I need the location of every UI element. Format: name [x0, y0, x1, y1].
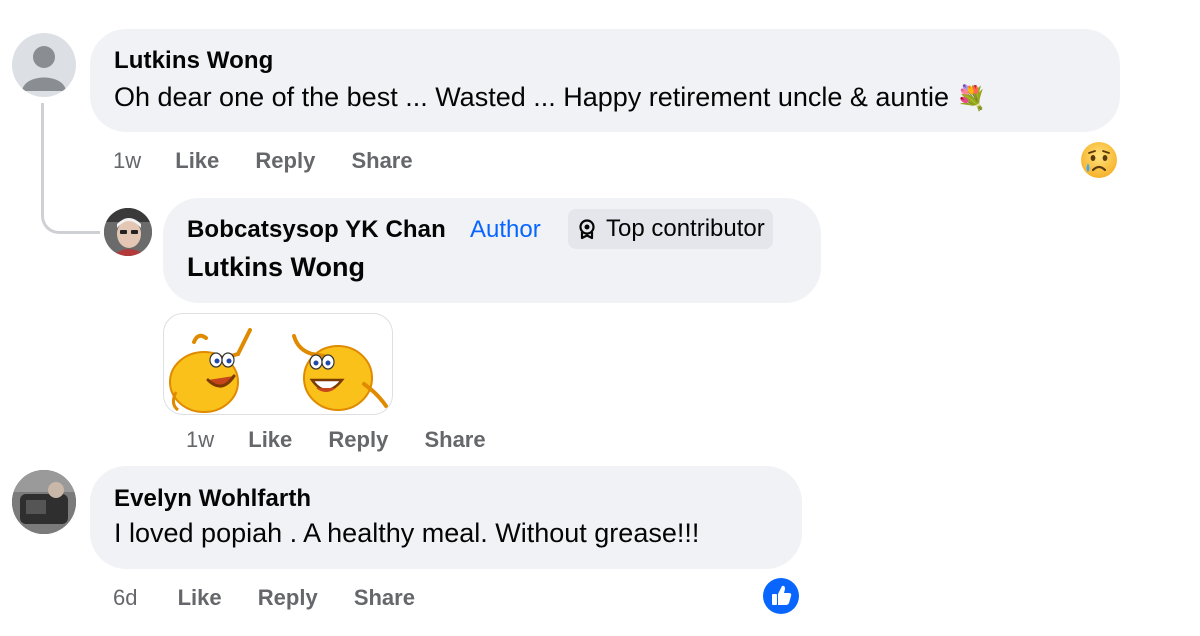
- reply-button[interactable]: Reply: [255, 148, 315, 173]
- profile-photo: [12, 470, 76, 534]
- comment-bubble: [90, 29, 1120, 132]
- comment-timestamp[interactable]: 6d: [113, 585, 137, 610]
- default-user-icon: [22, 46, 66, 91]
- share-button[interactable]: Share: [354, 585, 415, 610]
- avatar[interactable]: [104, 208, 152, 256]
- reply-author-name[interactable]: Bobcatsysop YK Chan: [187, 216, 446, 244]
- avatar[interactable]: [12, 33, 76, 97]
- two-dancing-smiley-faces-sticker[interactable]: [163, 313, 393, 415]
- comment-body: Oh dear one of the best ... Wasted ... H…: [114, 82, 949, 112]
- like-button[interactable]: Like: [175, 148, 219, 173]
- like-reaction-icon[interactable]: [762, 577, 800, 615]
- mentioned-user-link[interactable]: Lutkins Wong: [187, 252, 365, 283]
- reply-button[interactable]: Reply: [328, 427, 388, 452]
- left-smiley-face: [169, 328, 252, 413]
- profile-photo: [104, 208, 152, 256]
- share-button[interactable]: Share: [424, 427, 485, 452]
- right-smiley-face: [292, 334, 388, 411]
- like-button[interactable]: Like: [178, 585, 222, 610]
- reply-timestamp[interactable]: 1w: [186, 427, 214, 452]
- comment-author-name[interactable]: Lutkins Wong: [114, 47, 273, 75]
- avatar[interactable]: [12, 470, 76, 534]
- comment-text: I loved popiah . A healthy meal. Without…: [114, 518, 700, 548]
- comment-actions: 1w Like Reply Share: [113, 148, 413, 174]
- comment-actions: 6d Like Reply Share: [113, 585, 415, 611]
- author-badge: Author: [470, 216, 541, 243]
- like-button[interactable]: Like: [248, 427, 292, 452]
- bouquet-emoji: 💐: [956, 85, 987, 112]
- comment-author-name[interactable]: Evelyn Wohlfarth: [114, 485, 311, 513]
- comment-text: Oh dear one of the best ... Wasted ... H…: [114, 82, 986, 113]
- comment-timestamp[interactable]: 1w: [113, 148, 141, 173]
- sad-tear-reaction-icon[interactable]: [1080, 141, 1118, 179]
- reply-button[interactable]: Reply: [258, 585, 318, 610]
- top-contributor-badge-icon: [579, 219, 595, 240]
- top-contributor-badge[interactable]: Top contributor: [568, 209, 773, 249]
- top-contributor-label: Top contributor: [606, 215, 765, 242]
- thread-connector-line: [41, 103, 100, 234]
- share-button[interactable]: Share: [351, 148, 412, 173]
- reply-actions: 1w Like Reply Share: [186, 427, 486, 453]
